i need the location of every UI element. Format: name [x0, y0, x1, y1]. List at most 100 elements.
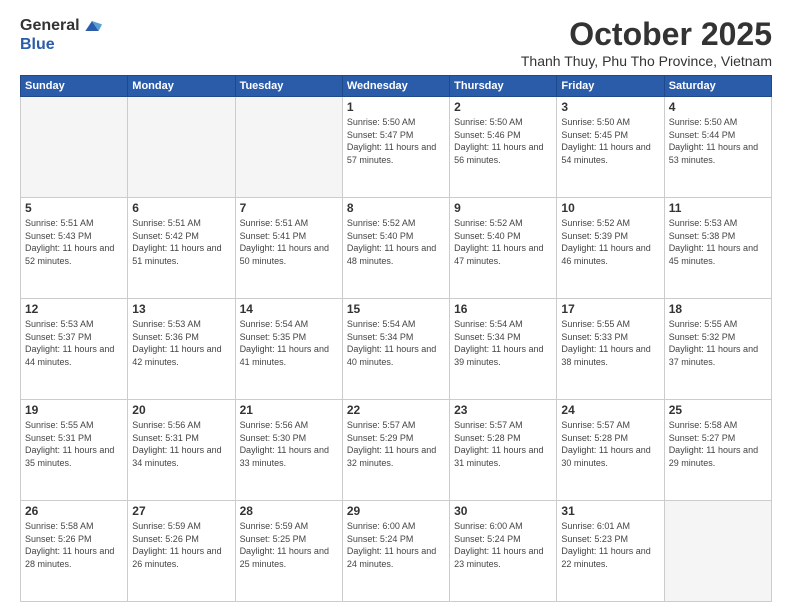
- day-info: Sunrise: 5:57 AM Sunset: 5:29 PM Dayligh…: [347, 419, 445, 469]
- table-row: 17Sunrise: 5:55 AM Sunset: 5:33 PM Dayli…: [557, 299, 664, 400]
- table-row: 5 Sunrise: 5:51 AM Sunset: 5:43 PM Daylig…: [21, 198, 128, 299]
- day-number: 20: [132, 403, 230, 417]
- day-info: Sunrise: 5:59 AM Sunset: 5:25 PM Dayligh…: [240, 520, 338, 570]
- day-number: 22: [347, 403, 445, 417]
- day-info: Sunrise: 5:57 AM Sunset: 5:28 PM Dayligh…: [454, 419, 552, 469]
- day-number: 9: [454, 201, 552, 215]
- day-info: Sunrise: 5:54 AM Sunset: 5:34 PM Dayligh…: [454, 318, 552, 368]
- day-info: Sunrise: 5:57 AM Sunset: 5:28 PM Dayligh…: [561, 419, 659, 469]
- day-info: Sunrise: 5:50 AM Sunset: 5:44 PM Dayligh…: [669, 116, 767, 166]
- day-info: Sunrise: 6:01 AM Sunset: 5:23 PM Dayligh…: [561, 520, 659, 570]
- table-row: 31 Sunrise: 6:01 AM Sunset: 5:23 PM Dayli…: [557, 501, 664, 602]
- day-info: Sunrise: 5:53 AM Sunset: 5:36 PM Dayligh…: [132, 318, 230, 368]
- day-info: Sunrise: 5:59 AM Sunset: 5:26 PM Dayligh…: [132, 520, 230, 570]
- table-row: 11 Sunrise: 5:53 AM Sunset: 5:38 PM Dayli…: [664, 198, 771, 299]
- day-info: Sunrise: 5:52 AM Sunset: 5:39 PM Dayligh…: [561, 217, 659, 267]
- day-number: 30: [454, 504, 552, 518]
- day-number: 23: [454, 403, 552, 417]
- day-number: 18: [669, 302, 767, 316]
- day-number: 26: [25, 504, 123, 518]
- day-number: 3: [561, 100, 659, 114]
- day-number: 12: [25, 302, 123, 316]
- table-row: [21, 97, 128, 198]
- table-row: 29Sunrise: 6:00 AM Sunset: 5:24 PM Dayli…: [342, 501, 449, 602]
- day-info: Sunrise: 5:50 AM Sunset: 5:47 PM Dayligh…: [347, 116, 445, 166]
- day-number: 8: [347, 201, 445, 215]
- table-row: 25 Sunrise: 5:58 AM Sunset: 5:27 PM Dayli…: [664, 400, 771, 501]
- day-info: Sunrise: 5:56 AM Sunset: 5:30 PM Dayligh…: [240, 419, 338, 469]
- day-number: 11: [669, 201, 767, 215]
- day-number: 25: [669, 403, 767, 417]
- col-sunday: Sunday: [21, 76, 128, 97]
- day-info: Sunrise: 5:55 AM Sunset: 5:33 PM Dayligh…: [561, 318, 659, 368]
- table-row: 24 Sunrise: 5:57 AM Sunset: 5:28 PM Dayli…: [557, 400, 664, 501]
- table-row: 26 Sunrise: 5:58 AM Sunset: 5:26 PM Dayli…: [21, 501, 128, 602]
- day-info: Sunrise: 5:54 AM Sunset: 5:34 PM Dayligh…: [347, 318, 445, 368]
- table-row: [128, 97, 235, 198]
- table-row: 9 Sunrise: 5:52 AM Sunset: 5:40 PM Daylig…: [450, 198, 557, 299]
- logo: General Blue: [20, 16, 102, 54]
- title-section: October 2025 Thanh Thuy, Phu Tho Provinc…: [521, 16, 772, 69]
- day-info: Sunrise: 5:56 AM Sunset: 5:31 PM Dayligh…: [132, 419, 230, 469]
- table-row: 28 Sunrise: 5:59 AM Sunset: 5:25 PM Dayli…: [235, 501, 342, 602]
- day-info: Sunrise: 5:58 AM Sunset: 5:26 PM Dayligh…: [25, 520, 123, 570]
- day-number: 15: [347, 302, 445, 316]
- table-row: 27 Sunrise: 5:59 AM Sunset: 5:26 PM Dayli…: [128, 501, 235, 602]
- table-row: 18 Sunrise: 5:55 AM Sunset: 5:32 PM Dayli…: [664, 299, 771, 400]
- day-info: Sunrise: 5:53 AM Sunset: 5:38 PM Dayligh…: [669, 217, 767, 267]
- table-row: 21 Sunrise: 5:56 AM Sunset: 5:30 PM Dayli…: [235, 400, 342, 501]
- table-row: 20 Sunrise: 5:56 AM Sunset: 5:31 PM Dayli…: [128, 400, 235, 501]
- table-row: 19Sunrise: 5:55 AM Sunset: 5:31 PM Dayli…: [21, 400, 128, 501]
- day-number: 16: [454, 302, 552, 316]
- table-row: 1 Sunrise: 5:50 AM Sunset: 5:47 PM Daylig…: [342, 97, 449, 198]
- day-info: Sunrise: 5:58 AM Sunset: 5:27 PM Dayligh…: [669, 419, 767, 469]
- day-number: 24: [561, 403, 659, 417]
- week-row-4: 19Sunrise: 5:55 AM Sunset: 5:31 PM Dayli…: [21, 400, 772, 501]
- table-row: 10 Sunrise: 5:52 AM Sunset: 5:39 PM Dayli…: [557, 198, 664, 299]
- day-info: Sunrise: 5:52 AM Sunset: 5:40 PM Dayligh…: [454, 217, 552, 267]
- day-number: 4: [669, 100, 767, 114]
- col-tuesday: Tuesday: [235, 76, 342, 97]
- table-row: 16 Sunrise: 5:54 AM Sunset: 5:34 PM Dayli…: [450, 299, 557, 400]
- day-number: 2: [454, 100, 552, 114]
- day-number: 7: [240, 201, 338, 215]
- week-row-2: 5 Sunrise: 5:51 AM Sunset: 5:43 PM Daylig…: [21, 198, 772, 299]
- day-info: Sunrise: 5:53 AM Sunset: 5:37 PM Dayligh…: [25, 318, 123, 368]
- table-row: 12 Sunrise: 5:53 AM Sunset: 5:37 PM Dayli…: [21, 299, 128, 400]
- day-info: Sunrise: 6:00 AM Sunset: 5:24 PM Dayligh…: [454, 520, 552, 570]
- day-number: 31: [561, 504, 659, 518]
- day-info: Sunrise: 5:51 AM Sunset: 5:43 PM Dayligh…: [25, 217, 123, 267]
- day-info: Sunrise: 5:52 AM Sunset: 5:40 PM Dayligh…: [347, 217, 445, 267]
- day-number: 1: [347, 100, 445, 114]
- page: General Blue October 2025 Thanh Thuy, Ph…: [0, 0, 792, 612]
- calendar-table: Sunday Monday Tuesday Wednesday Thursday…: [20, 75, 772, 602]
- table-row: 2 Sunrise: 5:50 AM Sunset: 5:46 PM Daylig…: [450, 97, 557, 198]
- table-row: [664, 501, 771, 602]
- day-number: 13: [132, 302, 230, 316]
- day-info: Sunrise: 5:55 AM Sunset: 5:32 PM Dayligh…: [669, 318, 767, 368]
- table-row: 4 Sunrise: 5:50 AM Sunset: 5:44 PM Daylig…: [664, 97, 771, 198]
- day-number: 29: [347, 504, 445, 518]
- col-friday: Friday: [557, 76, 664, 97]
- logo-general-text: General: [20, 17, 80, 35]
- col-saturday: Saturday: [664, 76, 771, 97]
- day-number: 28: [240, 504, 338, 518]
- table-row: 6Sunrise: 5:51 AM Sunset: 5:42 PM Daylig…: [128, 198, 235, 299]
- week-row-3: 12 Sunrise: 5:53 AM Sunset: 5:37 PM Dayli…: [21, 299, 772, 400]
- col-monday: Monday: [128, 76, 235, 97]
- table-row: [235, 97, 342, 198]
- day-number: 6: [132, 201, 230, 215]
- day-info: Sunrise: 5:50 AM Sunset: 5:46 PM Dayligh…: [454, 116, 552, 166]
- table-row: 23 Sunrise: 5:57 AM Sunset: 5:28 PM Dayli…: [450, 400, 557, 501]
- table-row: 7Sunrise: 5:51 AM Sunset: 5:41 PM Daylig…: [235, 198, 342, 299]
- logo-blue-text: Blue: [20, 36, 55, 54]
- table-row: 8 Sunrise: 5:52 AM Sunset: 5:40 PM Daylig…: [342, 198, 449, 299]
- day-number: 27: [132, 504, 230, 518]
- day-number: 14: [240, 302, 338, 316]
- table-row: 15 Sunrise: 5:54 AM Sunset: 5:34 PM Dayli…: [342, 299, 449, 400]
- day-number: 5: [25, 201, 123, 215]
- table-row: 3Sunrise: 5:50 AM Sunset: 5:45 PM Daylig…: [557, 97, 664, 198]
- day-number: 10: [561, 201, 659, 215]
- table-row: 13 Sunrise: 5:53 AM Sunset: 5:36 PM Dayli…: [128, 299, 235, 400]
- day-number: 21: [240, 403, 338, 417]
